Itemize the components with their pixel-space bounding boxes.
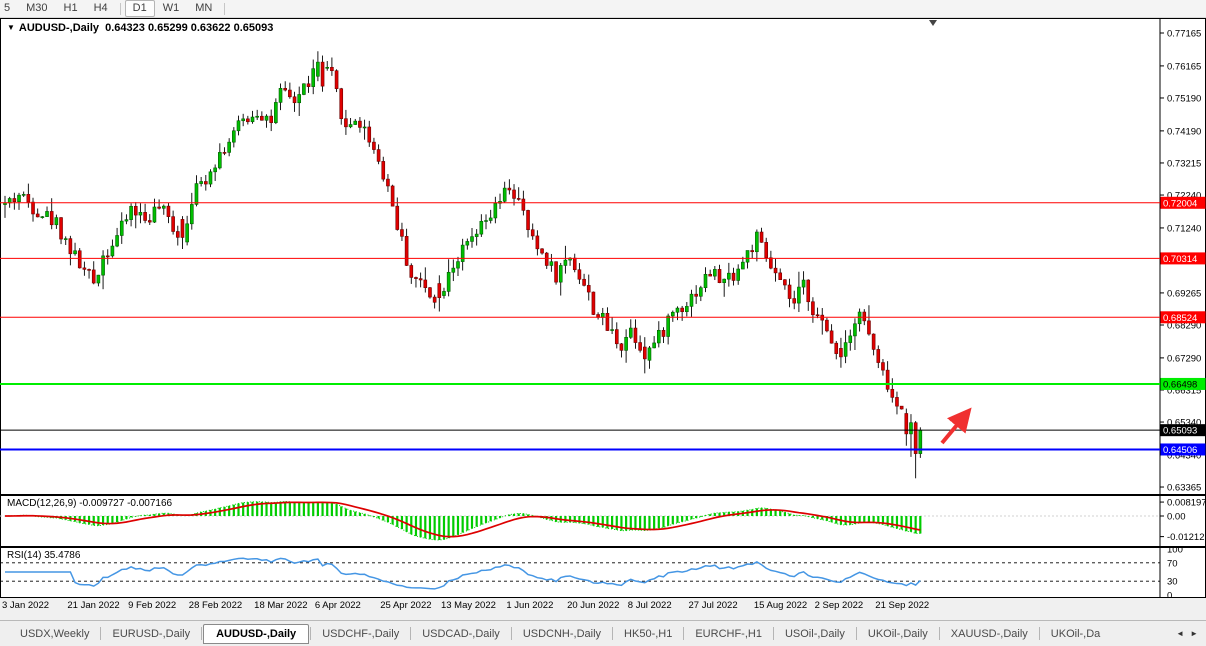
tab-separator [773,627,774,640]
macd-tick: 0.008197 [1167,498,1206,509]
date-label: 21 Sep 2022 [875,600,929,611]
tab-eurusd-daily[interactable]: EURUSD-,Daily [102,625,200,643]
rsi-tick: 30 [1167,577,1178,588]
tab-xauusd-daily[interactable]: XAUUSD-,Daily [941,625,1038,643]
price-tick: 0.67290 [1167,353,1201,364]
date-label: 2 Sep 2022 [815,600,864,611]
price-tick: 0.63365 [1167,483,1201,494]
time-axis[interactable]: 3 Jan 2022 21 Jan 2022 9 Feb 2022 28 Feb 20… [0,598,1206,620]
tab-eurchf-h1[interactable]: EURCHF-,H1 [685,625,772,643]
price-tag-label: 0.64506 [1163,445,1197,456]
tab-separator [201,627,202,640]
price-chart-panel: 0.771650.761650.751900.741900.732150.722… [0,18,1206,495]
tab-separator [410,627,411,640]
tab-usdx-weekly[interactable]: USDX,Weekly [10,625,99,643]
date-label: 1 Jun 2022 [506,600,553,611]
date-label: 15 Aug 2022 [754,600,807,611]
timeframe-button-5[interactable]: 5 [0,0,18,17]
macd-canvas[interactable]: 0.008197 0.00 -0.01212 [0,495,1206,547]
price-tick: 0.76165 [1167,61,1201,72]
tab-ukoil-daily[interactable]: UKOil-,Daily [858,625,938,643]
tab-scroll-right-icon[interactable]: ► [1190,629,1198,638]
price-tick: 0.74190 [1167,126,1201,137]
tab-usoil-daily[interactable]: USOil-,Daily [775,625,855,643]
macd-tick: 0.00 [1167,512,1186,523]
price-tick: 0.71240 [1167,223,1201,234]
timeframe-button-mn[interactable]: MN [187,0,220,17]
date-label: 8 Jul 2022 [628,600,672,611]
chart-title-ohlc: 0.64323 0.65299 0.63622 0.65093 [105,22,273,34]
tab-separator [1039,627,1040,640]
tab-separator [856,627,857,640]
chart-frame [1,19,1206,495]
rsi-label: RSI(14) 35.4786 [7,550,80,561]
chart-title-symbol: AUDUSD-,Daily [19,22,99,34]
date-label: 13 May 2022 [441,600,496,611]
date-label: 20 Jun 2022 [567,600,619,611]
rsi-panel: 100 70 30 0 RSI(14) 35.4786 [0,547,1206,598]
price-chart-canvas[interactable]: 0.771650.761650.751900.741900.732150.722… [0,18,1206,495]
price-tag-label: 0.66498 [1163,379,1197,390]
tab-usdcad-daily[interactable]: USDCAD-,Daily [412,625,510,643]
tab-separator [612,627,613,640]
timeframe-button-h1[interactable]: H1 [56,0,86,17]
tab-separator [310,627,311,640]
chart-title: ▼ AUDUSD-,Daily 0.64323 0.65299 0.63622 0… [7,22,273,34]
tab-separator [100,627,101,640]
rsi-tick: 0 [1167,591,1172,599]
timeframe-button-w1[interactable]: W1 [155,0,188,17]
date-label: 18 Mar 2022 [254,600,307,611]
macd-label: MACD(12,26,9) -0.009727 -0.007166 [7,498,172,509]
tab-separator [939,627,940,640]
rsi-tick: 100 [1167,547,1183,556]
tab-scroll-left-icon[interactable]: ◄ [1176,629,1184,638]
price-tag-label: 0.68524 [1163,313,1197,324]
price-tick: 0.73215 [1167,158,1201,169]
rsi-canvas[interactable]: 100 70 30 0 [0,547,1206,598]
date-label: 25 Apr 2022 [380,600,431,611]
symbol-dropdown-icon[interactable]: ▼ [7,23,15,32]
date-label: 21 Jan 2022 [67,600,119,611]
date-label: 27 Jul 2022 [688,600,737,611]
price-tag-label: 0.72004 [1163,198,1197,209]
tab-usdchf-daily[interactable]: USDCHF-,Daily [312,625,409,643]
price-tick: 0.75190 [1167,93,1201,104]
macd-panel: 0.008197 0.00 -0.01212 MACD(12,26,9) -0.00… [0,495,1206,547]
timeframe-button-h4[interactable]: H4 [86,0,116,17]
toolbar-separator [224,3,225,15]
price-tag-label: 0.65093 [1163,426,1197,437]
rsi-tick: 70 [1167,558,1178,569]
date-label: 6 Apr 2022 [315,600,361,611]
date-label: 3 Jan 2022 [2,600,49,611]
tab-separator [683,627,684,640]
timeframe-button-d1[interactable]: D1 [125,0,155,17]
date-label: 28 Feb 2022 [189,600,242,611]
tab-usdcnh-daily[interactable]: USDCNH-,Daily [513,625,611,643]
toolbar-separator [120,3,121,15]
timeframe-toolbar: 5M30H1H4 D1W1MN [0,0,1206,18]
timeframe-button-m30[interactable]: M30 [18,0,55,17]
symbol-tab-bar: USDX,WeeklyEURUSD-,DailyAUDUSD-,DailyUSD… [0,620,1206,646]
tab-hk50-h1[interactable]: HK50-,H1 [614,625,682,643]
date-label: 9 Feb 2022 [128,600,176,611]
tab-audusd-daily[interactable]: AUDUSD-,Daily [203,624,309,644]
tab-ukoil-da[interactable]: UKOil-,Da [1041,625,1111,643]
price-tick: 0.77165 [1167,29,1201,40]
price-tick: 0.69265 [1167,288,1201,299]
macd-tick: -0.01212 [1167,532,1205,543]
price-tag-label: 0.70314 [1163,254,1197,265]
tab-separator [511,627,512,640]
